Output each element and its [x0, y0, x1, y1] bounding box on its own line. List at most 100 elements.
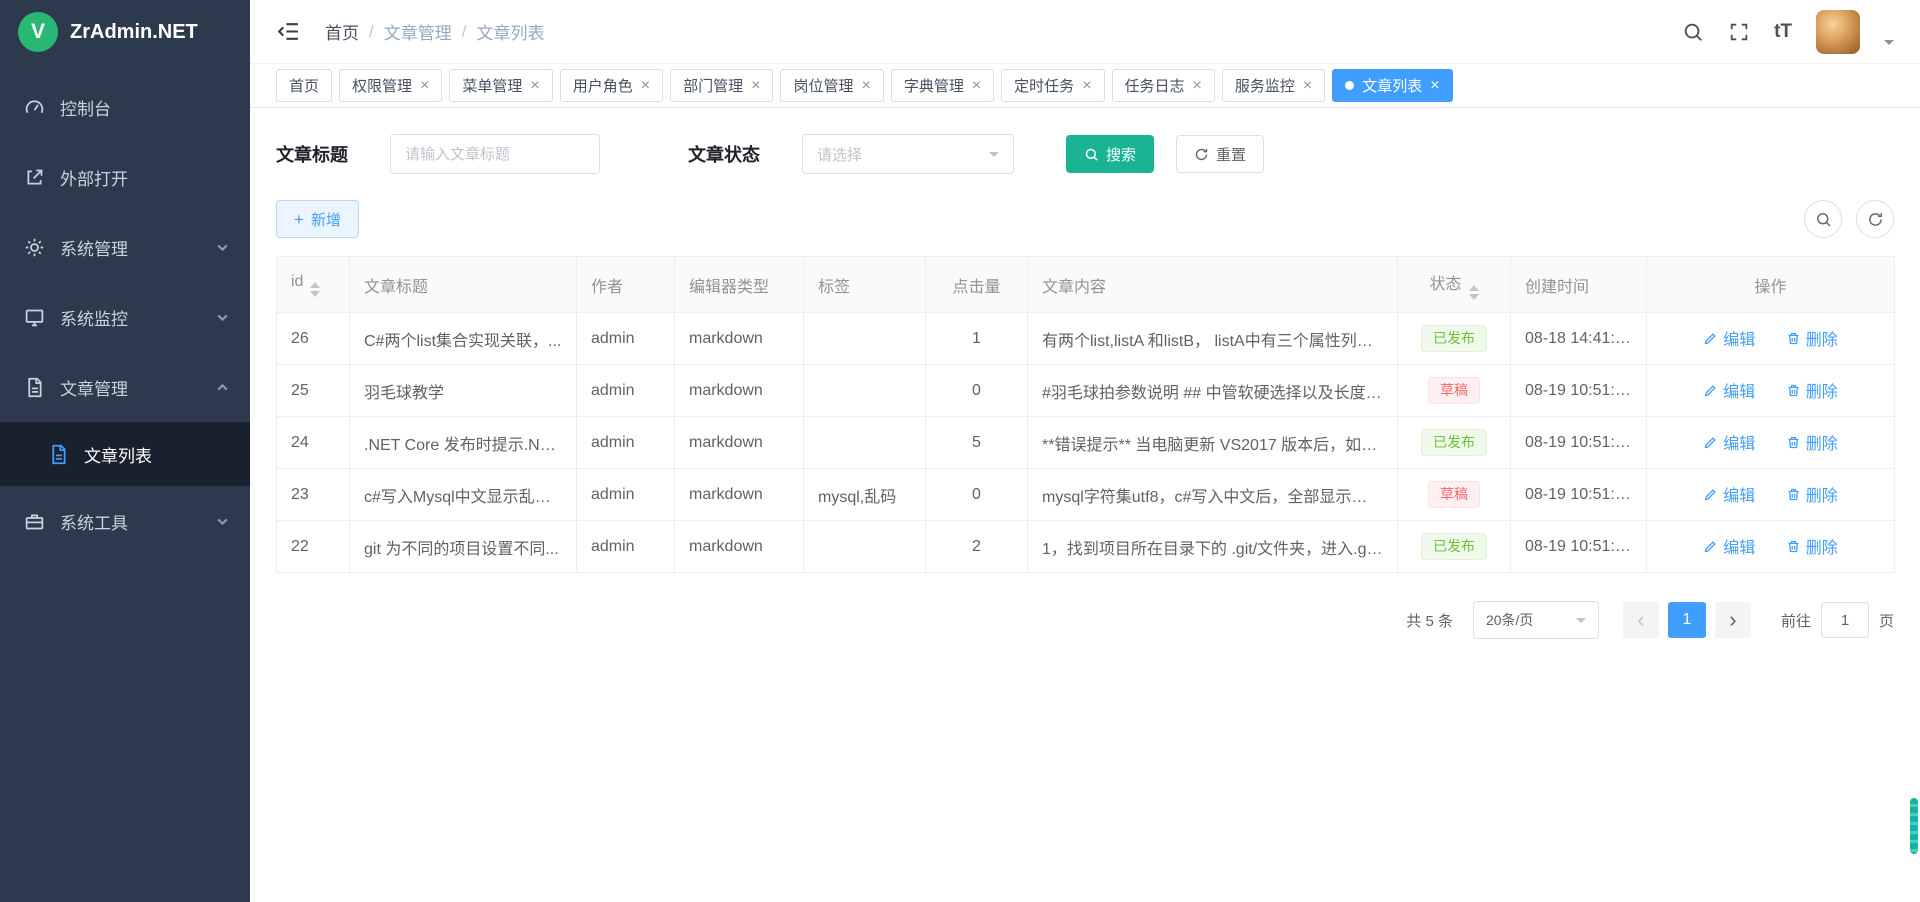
edit-link[interactable]: 编辑	[1703, 326, 1755, 350]
sort-icons[interactable]	[1469, 285, 1479, 300]
tab-task-log[interactable]: 任务日志×	[1112, 69, 1215, 102]
close-icon[interactable]: ×	[1082, 78, 1091, 94]
goto-label: 前往	[1781, 610, 1811, 631]
delete-link[interactable]: 删除	[1786, 482, 1838, 506]
sidebar-item-system-admin[interactable]: 系统管理	[0, 212, 250, 282]
tab-user-role[interactable]: 用户角色×	[560, 69, 663, 102]
page-content: 文章标题 文章状态 请选择 搜索 重置 + 新增	[250, 108, 1920, 665]
close-icon[interactable]: ×	[1303, 78, 1312, 94]
tab-article-list[interactable]: 文章列表 ×	[1332, 69, 1452, 102]
cell-content: #羽毛球拍参数说明 ## 中管软硬选择以及长度介...	[1028, 365, 1398, 417]
close-icon[interactable]: ×	[751, 78, 760, 94]
tab-post[interactable]: 岗位管理×	[780, 69, 883, 102]
close-icon[interactable]: ×	[1193, 78, 1202, 94]
search-icon	[1815, 211, 1832, 228]
monitor-icon	[24, 307, 45, 328]
cell-hits: 5	[926, 417, 1028, 469]
sidebar-item-article-admin[interactable]: 文章管理	[0, 352, 250, 422]
pencil-icon	[1703, 539, 1718, 554]
breadcrumb-article-admin[interactable]: 文章管理	[384, 19, 452, 44]
search-icon[interactable]	[1682, 21, 1704, 43]
tab-label: 文章列表	[1362, 75, 1422, 96]
font-size-icon[interactable]: tT	[1774, 21, 1792, 43]
page-size-select[interactable]: 20条/页	[1473, 601, 1599, 639]
cell-author: admin	[577, 417, 675, 469]
tab-service-monitor[interactable]: 服务监控×	[1222, 69, 1325, 102]
close-icon[interactable]: ×	[972, 78, 981, 94]
refresh-icon	[1867, 211, 1884, 228]
edit-link[interactable]: 编辑	[1703, 534, 1755, 558]
tab-scheduled-task[interactable]: 定时任务×	[1001, 69, 1104, 102]
article-title-label: 文章标题	[276, 141, 348, 167]
breadcrumb-separator: /	[369, 22, 374, 42]
refresh-button[interactable]	[1856, 200, 1894, 238]
delete-link[interactable]: 删除	[1786, 326, 1838, 350]
select-placeholder: 请选择	[817, 144, 862, 165]
edit-link[interactable]: 编辑	[1703, 430, 1755, 454]
document-icon	[24, 377, 45, 398]
sidebar-item-system-monitor[interactable]: 系统监控	[0, 282, 250, 352]
trash-icon	[1786, 487, 1801, 502]
breadcrumb-home[interactable]: 首页	[325, 19, 359, 44]
fullscreen-icon[interactable]	[1728, 21, 1750, 43]
delete-link[interactable]: 删除	[1786, 534, 1838, 558]
close-icon[interactable]: ×	[1430, 78, 1439, 94]
goto-page-input[interactable]	[1821, 602, 1869, 638]
collapse-sidebar-icon[interactable]	[276, 19, 301, 44]
delete-link[interactable]: 删除	[1786, 378, 1838, 402]
next-page-button[interactable]: ›	[1715, 602, 1751, 638]
tab-label: 部门管理	[683, 75, 743, 96]
article-status-select[interactable]: 请选择	[802, 134, 1014, 174]
sort-icons[interactable]	[310, 282, 320, 297]
cell-created: 08-19 10:51:25	[1511, 469, 1647, 521]
tab-dict[interactable]: 字典管理×	[891, 69, 994, 102]
sidebar-item-label: 系统管理	[60, 235, 200, 260]
close-icon[interactable]: ×	[530, 78, 539, 94]
sidebar-item-system-tools[interactable]: 系统工具	[0, 486, 250, 556]
column-header-editor: 编辑器类型	[675, 257, 804, 313]
status-badge: 草稿	[1428, 481, 1480, 509]
page-1-button[interactable]: 1	[1668, 602, 1706, 638]
logo[interactable]: V ZrAdmin.NET	[0, 0, 250, 64]
close-icon[interactable]: ×	[641, 78, 650, 94]
add-button[interactable]: + 新增	[276, 200, 359, 238]
delete-label: 删除	[1806, 430, 1838, 454]
avatar[interactable]	[1816, 10, 1860, 54]
cell-title: 羽毛球教学	[350, 365, 577, 417]
cell-tags	[804, 417, 926, 469]
column-label: 作者	[591, 279, 623, 296]
cell-tags	[804, 313, 926, 365]
search-button[interactable]: 搜索	[1066, 135, 1154, 173]
sidebar-item-external[interactable]: 外部打开	[0, 142, 250, 212]
sidebar-item-dashboard[interactable]: 控制台	[0, 72, 250, 142]
tab-menu[interactable]: 菜单管理×	[449, 69, 552, 102]
trash-icon	[1786, 539, 1801, 554]
tab-permission[interactable]: 权限管理×	[339, 69, 442, 102]
scrollbar-thumb[interactable]	[1910, 798, 1918, 854]
prev-page-button[interactable]: ‹	[1623, 602, 1659, 638]
sidebar-item-article-list[interactable]: 文章列表	[0, 422, 250, 486]
sidebar-submenu-article: 文章列表	[0, 422, 250, 486]
sidebar-item-label: 控制台	[60, 95, 230, 120]
column-header-id[interactable]: id	[277, 257, 350, 313]
chevron-down-icon	[215, 310, 230, 325]
edit-link[interactable]: 编辑	[1703, 378, 1755, 402]
edit-label: 编辑	[1723, 482, 1755, 506]
tab-home[interactable]: 首页	[276, 69, 332, 102]
table-header-row: id 文章标题 作者 编辑器类型 标签 点击量 文章内容 状态 创建时间 操作	[277, 257, 1895, 313]
app-title: ZrAdmin.NET	[70, 21, 198, 44]
delete-link[interactable]: 删除	[1786, 430, 1838, 454]
cell-author: admin	[577, 469, 675, 521]
article-title-input[interactable]	[390, 134, 600, 174]
status-badge: 草稿	[1428, 377, 1480, 405]
add-button-label: 新增	[311, 209, 341, 230]
reset-button[interactable]: 重置	[1176, 135, 1264, 173]
close-icon[interactable]: ×	[420, 78, 429, 94]
tab-department[interactable]: 部门管理 ×	[670, 69, 773, 102]
chevron-down-icon	[215, 514, 230, 529]
close-icon[interactable]: ×	[861, 78, 870, 94]
column-header-status[interactable]: 状态	[1398, 257, 1511, 313]
edit-link[interactable]: 编辑	[1703, 482, 1755, 506]
toggle-search-button[interactable]	[1804, 200, 1842, 238]
chevron-down-icon[interactable]	[1884, 40, 1894, 50]
